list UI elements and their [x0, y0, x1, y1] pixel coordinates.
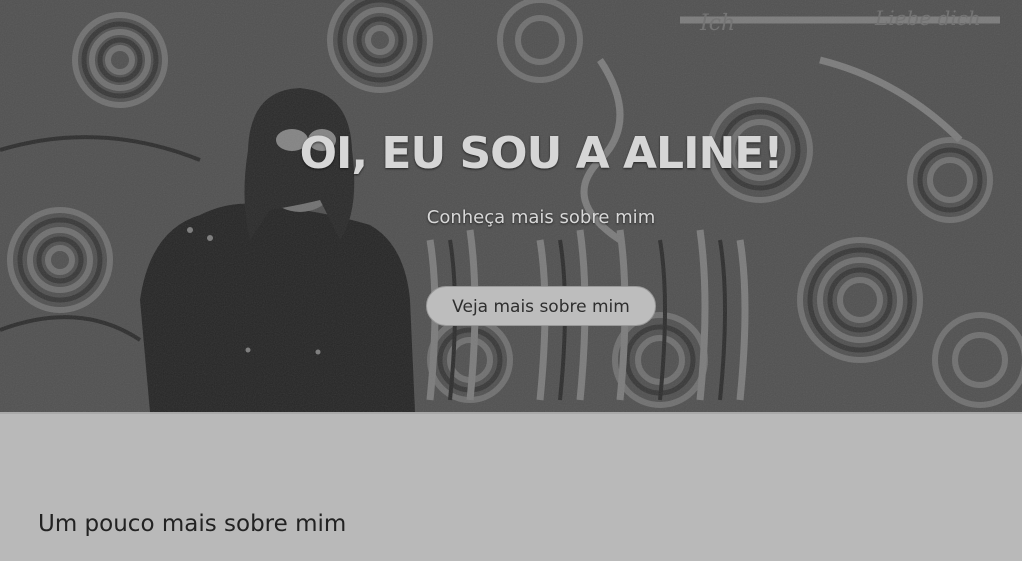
hero-title: OI, EU SOU A ALINE! — [299, 128, 784, 179]
hero-banner: Ich Liebe dich OI, EU SOU A ALINE! Conhe… — [0, 0, 1022, 412]
hero-overlay — [0, 0, 1022, 412]
hero-subtitle: Conheça mais sobre mim — [426, 207, 656, 228]
about-heading: Um pouco mais sobre mim — [38, 511, 347, 537]
section-divider — [0, 412, 1022, 414]
see-more-button[interactable]: Veja mais sobre mim — [426, 286, 656, 326]
